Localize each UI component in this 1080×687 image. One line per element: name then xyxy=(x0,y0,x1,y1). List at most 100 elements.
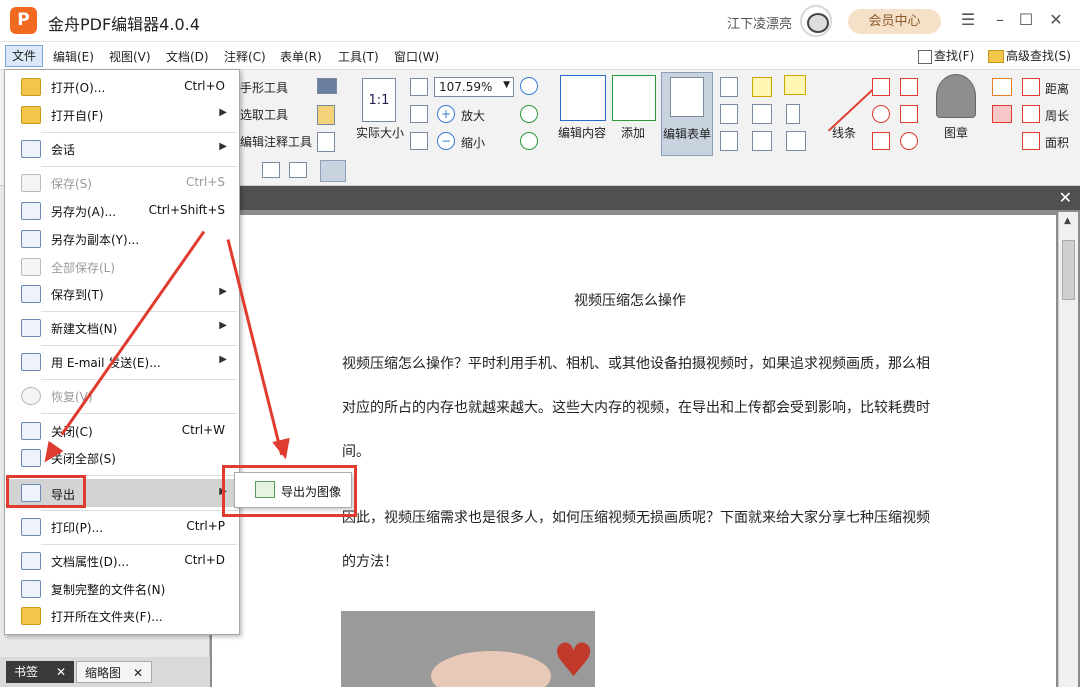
rotate-left-icon[interactable] xyxy=(520,132,538,150)
menu-icon[interactable]: ☰ xyxy=(958,10,978,30)
underline-icon[interactable] xyxy=(752,131,772,151)
menu-view[interactable]: 视图(V) xyxy=(109,48,151,65)
annotation-box-export-image xyxy=(222,465,357,517)
scroll-thumb[interactable] xyxy=(1062,240,1075,300)
menu-item-open-from[interactable]: 打开自(F) ▶ xyxy=(7,102,237,128)
menu-item-shortcut: Ctrl+O xyxy=(184,79,225,93)
menu-item-label: 打开自(F) xyxy=(51,109,104,123)
form-list-icon[interactable] xyxy=(720,131,738,151)
menu-item-email[interactable]: 用 E-mail 发送(E)... ▶ xyxy=(7,349,237,375)
menu-document[interactable]: 文档(D) xyxy=(166,48,209,65)
actual-size-label[interactable]: 实际大小 xyxy=(356,124,404,141)
avatar[interactable] xyxy=(800,5,832,37)
tab-bookmarks[interactable]: 书签 ✕ xyxy=(6,661,75,683)
minimize-icon[interactable]: – xyxy=(990,10,1010,30)
close-tab-icon[interactable]: ✕ xyxy=(133,666,143,680)
menu-item-save-to[interactable]: 保存到(T) ▶ xyxy=(7,281,237,307)
rectangle-icon[interactable] xyxy=(872,132,890,150)
zoom-out-label[interactable]: 缩小 xyxy=(461,134,485,151)
perimeter-icon[interactable] xyxy=(1022,105,1040,123)
scroll-up-icon[interactable]: ▲ xyxy=(1064,216,1071,226)
menu-window[interactable]: 窗口(W) xyxy=(394,48,439,65)
edit-form-button[interactable]: 编辑表单 xyxy=(661,72,713,156)
paste-icon[interactable] xyxy=(317,105,335,125)
menu-tools[interactable]: 工具(T) xyxy=(338,48,379,65)
member-center-button[interactable]: 会员中心 xyxy=(848,9,941,34)
menu-item-new-document[interactable]: 新建文档(N) ▶ xyxy=(7,315,237,341)
find-button[interactable]: 查找(F) xyxy=(918,47,974,64)
menu-item-label: 打印(P)... xyxy=(51,521,104,535)
zoom-select[interactable]: 107.59% ▼ xyxy=(434,77,514,97)
folder-search-icon xyxy=(988,50,1004,63)
zoom-in-label[interactable]: 放大 xyxy=(461,107,485,124)
menu-item-save-as[interactable]: 另存为(A)... Ctrl+Shift+S xyxy=(7,198,237,224)
area-icon[interactable] xyxy=(1022,132,1040,150)
sound-icon[interactable] xyxy=(786,131,806,151)
add-icon[interactable] xyxy=(612,75,656,121)
fit-visible-icon[interactable] xyxy=(410,132,428,150)
pencil-icon[interactable] xyxy=(992,78,1012,96)
menu-comment[interactable]: 注释(C) xyxy=(224,48,266,65)
stamp-icon[interactable] xyxy=(936,74,976,118)
edit-annotation-tool-button[interactable]: 编辑注释工具 xyxy=(240,133,312,150)
zoom-in-icon[interactable]: + xyxy=(437,105,455,123)
menu-item-close[interactable]: 关闭(C) Ctrl+W xyxy=(7,418,237,444)
camera-icon[interactable] xyxy=(317,78,337,94)
area-label[interactable]: 面积 xyxy=(1045,134,1069,151)
close-icon[interactable]: ✕ xyxy=(1046,10,1066,30)
menu-item-label: 另存为副本(Y)... xyxy=(51,233,140,247)
close-tab-icon[interactable]: ✕ xyxy=(56,665,66,679)
menu-item-shortcut: Ctrl+Shift+S xyxy=(148,203,225,217)
pin-icon[interactable] xyxy=(320,160,346,182)
distance-icon[interactable] xyxy=(1022,78,1040,96)
menu-item-copy-filename[interactable]: 复制完整的文件名(N) xyxy=(7,576,237,602)
fit-page-icon[interactable] xyxy=(410,78,428,96)
menu-item-open-folder[interactable]: 打开所在文件夹(F)... xyxy=(7,603,237,629)
text-box-icon[interactable] xyxy=(752,77,772,97)
menu-item-session[interactable]: 会话 ▶ xyxy=(7,136,237,162)
actual-size-icon[interactable]: 1:1 xyxy=(362,78,396,122)
document-icon[interactable] xyxy=(317,132,335,152)
distance-label[interactable]: 距离 xyxy=(1045,80,1069,97)
close-document-icon[interactable]: ✕ xyxy=(1059,188,1072,207)
zoom-out-icon[interactable]: − xyxy=(437,132,455,150)
menu-item-open[interactable]: 打开(O)... Ctrl+O xyxy=(7,74,237,100)
cloud-icon[interactable] xyxy=(900,132,918,150)
eraser-icon[interactable] xyxy=(992,105,1012,123)
arrow-icon[interactable] xyxy=(872,78,890,96)
attachment-icon[interactable] xyxy=(786,104,800,124)
menu-bar: 文件 编辑(E) 视图(V) 文档(D) 注释(C) 表单(R) 工具(T) 窗… xyxy=(0,43,1080,70)
select-tool-button[interactable]: 选取工具 xyxy=(240,106,288,123)
polygon-icon[interactable] xyxy=(900,78,918,96)
menu-item-properties[interactable]: 文档属性(D)... Ctrl+D xyxy=(7,548,237,574)
sticky-note-icon[interactable] xyxy=(784,75,806,95)
menu-form[interactable]: 表单(R) xyxy=(280,48,322,65)
form-text-icon[interactable] xyxy=(720,77,738,97)
edit-form-icon xyxy=(670,77,704,117)
line-label[interactable]: 线条 xyxy=(832,124,856,141)
rotate-right-icon[interactable] xyxy=(520,105,538,123)
hand-tool-button[interactable]: 手形工具 xyxy=(240,79,288,96)
menu-file[interactable]: 文件 xyxy=(5,45,43,67)
strikethrough-icon[interactable] xyxy=(752,104,772,124)
user-name[interactable]: 江下凌漂亮 xyxy=(727,13,792,32)
vertical-scrollbar[interactable]: ▲ xyxy=(1058,212,1078,687)
advanced-find-button[interactable]: 高级查找(S) xyxy=(988,47,1071,64)
pentagon-icon[interactable] xyxy=(900,105,918,123)
oval-icon[interactable] xyxy=(872,105,890,123)
menu-edit[interactable]: 编辑(E) xyxy=(53,48,94,65)
perimeter-label[interactable]: 周长 xyxy=(1045,107,1069,124)
image-icon[interactable] xyxy=(289,162,307,178)
form-field-icon[interactable] xyxy=(720,104,738,124)
maximize-icon[interactable]: ☐ xyxy=(1016,10,1036,30)
menu-item-print[interactable]: 打印(P)... Ctrl+P xyxy=(7,514,237,540)
fit-width-icon[interactable] xyxy=(410,105,428,123)
edit-content-icon[interactable] xyxy=(560,75,606,121)
edit-content-label[interactable]: 编辑内容 xyxy=(558,124,606,141)
tab-thumbnails[interactable]: 缩略图 ✕ xyxy=(76,661,153,683)
add-label[interactable]: 添加 xyxy=(621,124,645,141)
stamp-label[interactable]: 图章 xyxy=(944,124,968,141)
columns-icon[interactable] xyxy=(262,162,280,178)
chevron-right-icon: ▶ xyxy=(219,107,227,118)
zoom-magnifier-icon[interactable] xyxy=(520,77,538,95)
